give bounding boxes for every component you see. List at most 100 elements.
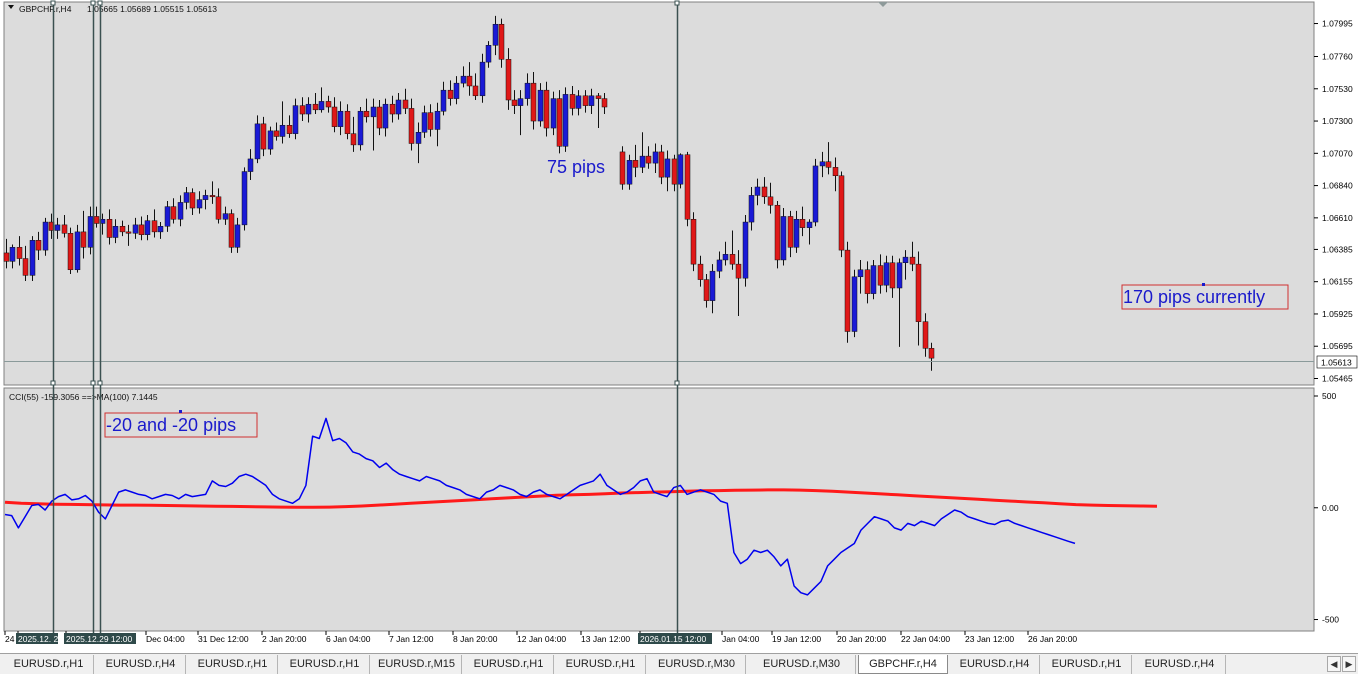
vline-handle[interactable] <box>90 380 96 386</box>
candle-body <box>370 106 377 118</box>
price-tick-label: 1.07070 <box>1322 148 1353 158</box>
candle-body <box>799 219 806 228</box>
candle-body <box>241 171 248 226</box>
candle-body <box>569 94 576 109</box>
chart-tab[interactable]: EURUSD.r,H1 <box>4 655 94 674</box>
vline-handle[interactable] <box>50 380 56 386</box>
candle-body <box>402 99 409 109</box>
tabs-scroll-right-icon[interactable]: ▶ <box>1342 656 1356 672</box>
candle-body <box>389 103 396 115</box>
time-tick-label: 22 Jan 04:00 <box>901 634 950 644</box>
candle-body <box>54 224 61 231</box>
candle-body <box>838 175 845 251</box>
candle-body <box>928 348 935 359</box>
candle-body <box>305 103 312 115</box>
price-pane[interactable]: 1.07995 1.07760 1.07530 1.07300 1.07070 1.068… <box>3 1 1358 386</box>
candle-body <box>709 270 716 301</box>
price-tick-label: 1.07300 <box>1322 116 1353 126</box>
chart-tab[interactable]: EURUSD.r,H4 <box>1134 655 1226 674</box>
candle-body <box>80 231 87 248</box>
vline-handle[interactable] <box>90 0 96 6</box>
time-tick-label: 7 Jan 12:00 <box>389 634 434 644</box>
candle-body <box>652 151 659 164</box>
candle-body <box>690 219 697 265</box>
vline-handle[interactable] <box>97 0 103 6</box>
chart-tab[interactable]: EURUSD.r,M15 <box>372 655 462 674</box>
candle-body <box>870 265 877 294</box>
price-pane-background <box>3 1 1315 386</box>
candle-body <box>67 233 74 271</box>
annotation-20-pips[interactable]: -20 and -20 pips <box>106 415 236 435</box>
price-tick-label: 1.06155 <box>1322 277 1353 287</box>
chart-tab[interactable]: EURUSD.r,M30 <box>748 655 856 674</box>
candle-body <box>780 216 787 261</box>
candle-body <box>479 61 486 97</box>
price-tick-label: 1.06610 <box>1322 213 1353 223</box>
time-tick-label: 31 Dec 12:00 <box>198 634 249 644</box>
candle-body <box>125 231 132 234</box>
price-tick-label: 1.07760 <box>1322 52 1353 62</box>
annotation-75-pips[interactable]: 75 pips <box>547 157 605 177</box>
candle-body <box>74 231 81 271</box>
price-tick-label: 1.05925 <box>1322 309 1353 319</box>
candle-body <box>825 161 832 168</box>
chart-tab[interactable]: EURUSD.r,H1 <box>188 655 278 674</box>
candle-body <box>722 254 729 261</box>
chart-tab[interactable]: EURUSD.r,H1 <box>556 655 646 674</box>
indicator-tick-label: -500 <box>1322 615 1339 625</box>
candle-body <box>363 110 370 118</box>
current-price-label: 1.05613 <box>1321 358 1352 368</box>
candle-body <box>260 123 267 150</box>
candle-body <box>408 108 415 144</box>
candle-body <box>337 110 344 127</box>
tabs-scroll-left-icon[interactable]: ◀ <box>1327 656 1341 672</box>
price-tick-label: 1.05465 <box>1322 373 1353 383</box>
candle-body <box>144 220 151 235</box>
chart-tab[interactable]: GBPCHF.r,H4 <box>858 655 948 674</box>
annotation-170-anchor[interactable] <box>1202 283 1205 286</box>
candle-body <box>716 259 723 272</box>
chart-tab[interactable]: EURUSD.r,H1 <box>280 655 370 674</box>
time-tick-label: Dec 04:00 <box>146 634 185 644</box>
candle-body <box>299 105 306 115</box>
chart-tab[interactable]: EURUSD.r,M30 <box>648 655 746 674</box>
candle-body <box>440 89 447 112</box>
vline-handle[interactable] <box>97 380 103 386</box>
time-tick-label: 26 Jan 20:00 <box>1028 634 1077 644</box>
chart-tab[interactable]: EURUSD.r,H4 <box>950 655 1040 674</box>
candle-body <box>748 195 755 223</box>
price-tick-label: 1.06385 <box>1322 244 1353 254</box>
candle-body <box>588 95 595 106</box>
vline-handle[interactable] <box>674 0 680 6</box>
time-tick-label: 2025.12.29 12:00 <box>66 634 132 644</box>
chart-tab[interactable]: EURUSD.r,H4 <box>96 655 186 674</box>
annotation-20-anchor[interactable] <box>179 410 182 413</box>
chart-tab[interactable]: EURUSD.r,H1 <box>1042 655 1132 674</box>
candle-body <box>896 262 903 289</box>
candle-body <box>350 133 357 146</box>
candle-body <box>645 155 652 164</box>
candle-body <box>556 98 563 147</box>
chart-tab[interactable]: EURUSD.r,H1 <box>464 655 554 674</box>
candle-body <box>376 106 383 129</box>
candle-body <box>851 276 858 332</box>
time-tick-label: 6 Jan 04:00 <box>326 634 371 644</box>
candle-body <box>3 252 10 262</box>
candle-body <box>632 160 639 168</box>
candle-body <box>16 247 23 259</box>
indicator-pane[interactable]: 500 0.00 -500 CCI(55) -159.3056 ==>MA(100)… <box>3 387 1339 632</box>
candle-body <box>697 263 704 280</box>
candle-body <box>735 263 742 279</box>
candle-body <box>447 89 454 99</box>
vline-handle[interactable] <box>50 0 56 6</box>
annotation-170-pips[interactable]: 170 pips currently <box>1123 287 1265 307</box>
candle-body <box>543 89 550 129</box>
candle-body <box>344 110 351 134</box>
chart-window[interactable]: 1.07995 1.07760 1.07530 1.07300 1.07070 1.068… <box>0 0 1358 674</box>
candle-body <box>761 186 768 198</box>
vline-handle[interactable] <box>674 380 680 386</box>
candle-body <box>498 23 505 60</box>
candle-body <box>157 226 164 233</box>
candle-body <box>254 123 261 160</box>
candle-body <box>684 154 691 220</box>
